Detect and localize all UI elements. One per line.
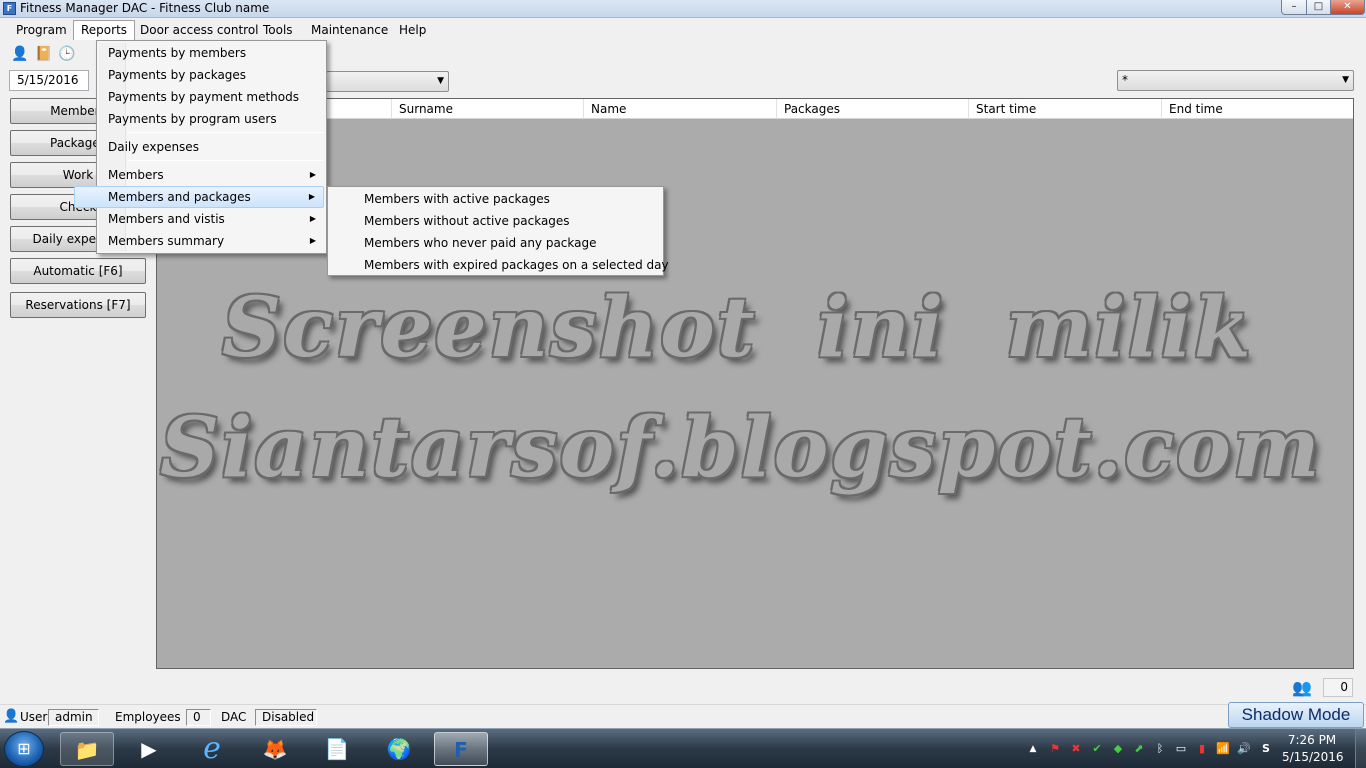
menu-help[interactable]: Help: [391, 20, 434, 40]
submenu-arrow-icon: ▶: [309, 214, 316, 223]
tray-update-icon[interactable]: ⬈: [1131, 741, 1147, 757]
menu-item-members-and-vistis[interactable]: Members and vistis ▶: [99, 208, 324, 230]
menu-tools[interactable]: Tools: [255, 20, 301, 40]
tray-flag-icon[interactable]: ⚑: [1047, 741, 1063, 757]
user-value: admin: [48, 709, 99, 726]
firefox-app[interactable]: 🦊: [248, 732, 302, 766]
filter-combo[interactable]: ▼: [326, 71, 449, 92]
tray-signal-icon[interactable]: 📶: [1215, 741, 1231, 757]
chevron-down-icon: ▼: [1342, 75, 1349, 85]
menu-item-payments-by-members[interactable]: Payments by members: [99, 42, 324, 64]
fitness-manager-app[interactable]: F: [434, 732, 488, 766]
submenu-item-active-packages[interactable]: Members with active packages: [330, 188, 661, 210]
menu-reports[interactable]: Reports: [73, 20, 136, 40]
dac-value: Disabled: [255, 709, 317, 726]
menu-item-payments-by-packages[interactable]: Payments by packages: [99, 64, 324, 86]
menu-bar: Program Reports Door access control Tool…: [0, 19, 1366, 40]
menu-item-daily-expenses[interactable]: Daily expenses: [99, 136, 324, 158]
clock-time[interactable]: 7:26 PM: [1282, 733, 1342, 747]
close-button[interactable]: ✕: [1330, 0, 1365, 15]
window-title: Fitness Manager DAC - Fitness Club name: [20, 1, 270, 15]
grid-header: Surname Name Packages Start time End tim…: [157, 99, 1353, 119]
notepad-app[interactable]: 📄: [310, 732, 364, 766]
explorer-app[interactable]: 📁: [60, 732, 114, 766]
employees-value: 0: [186, 709, 211, 726]
internet-explorer-app[interactable]: e: [185, 732, 239, 766]
online-counter: 0: [1323, 678, 1353, 697]
taskbar: ⊞ 📁 ▶ e 🦊 📄 🌍 F ▲ ⚑ ✖ ✔ ◆ ⬈ ᛒ ▭ ▮ 📶 🔊 S: [0, 728, 1366, 768]
title-bar: F Fitness Manager DAC - Fitness Club nam…: [0, 0, 1366, 18]
tray-show-hidden-icon[interactable]: ▲: [1025, 741, 1041, 757]
menu-door-access-control[interactable]: Door access control: [132, 20, 267, 40]
user-label: User: [20, 710, 48, 724]
tray-battery-icon[interactable]: ▮: [1194, 741, 1210, 757]
minimize-button[interactable]: –: [1281, 0, 1307, 15]
users-icon: 👥: [1292, 678, 1312, 697]
reservations-button[interactable]: Reservations [F7]: [10, 292, 146, 318]
column-header-end-time[interactable]: End time: [1161, 99, 1353, 119]
media-player-app[interactable]: ▶: [122, 732, 176, 766]
tray-skype-icon[interactable]: S: [1258, 741, 1274, 757]
watermark-line-1: Screenshot ini milik: [222, 280, 1253, 376]
user-status-icon: 👤: [3, 709, 20, 724]
menu-separator: [127, 160, 324, 161]
start-button[interactable]: ⊞: [4, 731, 44, 767]
menu-item-members-summary[interactable]: Members summary ▶: [99, 230, 324, 252]
tray-check-icon[interactable]: ✔: [1089, 741, 1105, 757]
user-icon[interactable]: 👤: [11, 45, 29, 63]
tray-volume-icon[interactable]: 🔊: [1236, 741, 1252, 757]
search-combo[interactable]: * ▼: [1117, 70, 1354, 91]
tray-display-icon[interactable]: ▭: [1173, 741, 1189, 757]
column-header-surname[interactable]: Surname: [391, 99, 583, 119]
reports-dropdown: Payments by members Payments by packages…: [74, 40, 327, 254]
submenu-item-without-active-packages[interactable]: Members without active packages: [330, 210, 661, 232]
clock-icon[interactable]: 🕒: [58, 45, 76, 63]
menu-item-payments-by-program-users[interactable]: Payments by program users: [99, 108, 324, 130]
dac-label: DAC: [221, 710, 247, 724]
notebook-icon[interactable]: 📔: [35, 45, 53, 63]
column-header-packages[interactable]: Packages: [776, 99, 968, 119]
column-header-name[interactable]: Name: [583, 99, 776, 119]
chevron-down-icon: ▼: [437, 76, 444, 86]
watermark-line-2: Siantarsof.blogspot.com: [160, 400, 1322, 496]
menu-item-members-and-packages[interactable]: Members and packages ▶: [74, 186, 324, 208]
menu-item-members[interactable]: Members ▶: [99, 164, 324, 186]
submenu-arrow-icon: ▶: [308, 192, 315, 201]
menu-item-payments-by-payment-methods[interactable]: Payments by payment methods: [99, 86, 324, 108]
date-picker[interactable]: 5/15/2016: [9, 70, 89, 91]
submenu-item-expired-packages[interactable]: Members with expired packages on a selec…: [330, 254, 669, 276]
tray-network-app-icon[interactable]: ◆: [1110, 741, 1126, 757]
automatic-button[interactable]: Automatic [F6]: [10, 258, 146, 284]
menu-maintenance[interactable]: Maintenance: [303, 20, 396, 40]
members-and-packages-submenu: Members with active packages Members wit…: [327, 186, 669, 276]
search-combo-value: *: [1122, 73, 1128, 87]
employees-label: Employees: [115, 710, 181, 724]
clock-date[interactable]: 5/15/2016: [1282, 750, 1344, 764]
status-bar: 👤 User admin Employees 0 DAC Disabled: [0, 704, 1366, 728]
submenu-arrow-icon: ▶: [309, 236, 316, 245]
globe-app[interactable]: 🌍: [372, 732, 426, 766]
show-desktop-button[interactable]: [1355, 729, 1366, 768]
submenu-arrow-icon: ▶: [309, 170, 316, 179]
tray-error-icon[interactable]: ✖: [1068, 741, 1084, 757]
maximize-button[interactable]: □: [1306, 0, 1331, 15]
column-header-start-time[interactable]: Start time: [968, 99, 1161, 119]
members-grid[interactable]: Surname Name Packages Start time End tim…: [156, 98, 1354, 669]
menu-separator: [127, 132, 324, 133]
menu-program[interactable]: Program: [8, 20, 75, 40]
app-icon[interactable]: F: [3, 2, 16, 15]
shadow-mode-button[interactable]: Shadow Mode: [1228, 702, 1364, 728]
submenu-item-never-paid[interactable]: Members who never paid any package: [330, 232, 661, 254]
tray-bluetooth-icon[interactable]: ᛒ: [1152, 741, 1168, 757]
